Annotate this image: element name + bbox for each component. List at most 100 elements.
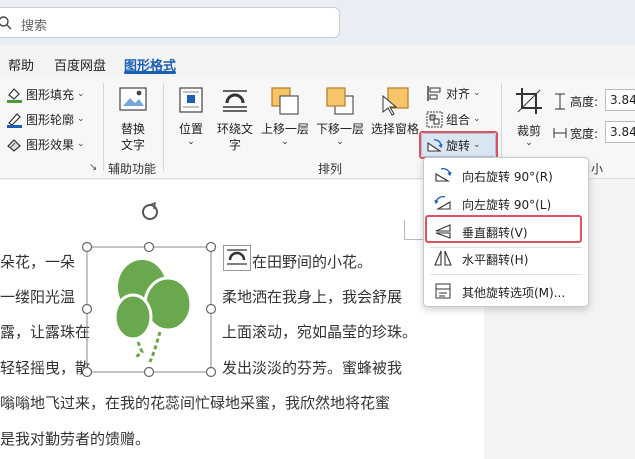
menu-item-label: 其他旋转选项(M)... [462, 286, 566, 300]
rotate-button-highlight [419, 131, 498, 159]
alt-text-label-1: 替换 [120, 122, 145, 136]
doc-line-6: 是我对勤劳者的馈赠。 [0, 430, 151, 448]
doc-line-2-left: 一缕阳光温 [0, 288, 76, 306]
more-rotation-icon [435, 283, 451, 299]
document-page[interactable]: 朵花，一朵 在田野间的小花。 一缕阳光温 柔地洒在我身上，我会舒展 露，让露珠在… [0, 180, 484, 459]
shape-effects-icon [7, 138, 21, 152]
rotate-left-icon [434, 196, 451, 210]
pen-outline-icon [7, 112, 22, 128]
active-tab-indicator [124, 71, 176, 74]
height-input[interactable]: 3.84 [605, 89, 635, 111]
wrap-text-label-1: 环绕文 [216, 122, 253, 136]
doc-line-5: 嗡嗡地飞过来，在我的花蕊间忙碌地采蜜，我欣然地将花蜜 [0, 394, 391, 412]
crop-button[interactable]: 裁剪 ⌄ [509, 85, 549, 153]
align-icon [427, 85, 441, 101]
chevron-down-icon: ⌄ [187, 137, 195, 147]
alt-text-button[interactable]: 替换 文字 [112, 85, 154, 153]
group-label: 组合 [446, 112, 471, 127]
layout-options-icon[interactable] [223, 245, 251, 271]
height-label: 高度: [570, 94, 599, 109]
text-cursor-guide [404, 220, 405, 240]
doc-line-3-left: 露，让露珠在 [0, 323, 91, 341]
menu-item-label: 向右旋转 90°(R) [462, 170, 553, 184]
rotate-right-icon [435, 168, 452, 182]
tab-baidu-netdisk[interactable]: 百度网盘 [54, 55, 106, 74]
shape-fill-button[interactable]: 图形填充 ⌄ [6, 83, 85, 105]
shape-outline-button[interactable]: 图形轮廓 ⌄ [6, 108, 85, 130]
width-label: 宽度: [570, 126, 599, 141]
menu-separator [430, 274, 582, 275]
menu-item-more-rotation[interactable]: 其他旋转选项(M)... [424, 277, 588, 305]
menu-item-label: 向左旋转 90°(L) [462, 198, 552, 212]
accessibility-group-label: 辅助功能 [108, 162, 157, 176]
chevron-down-icon: ⌄ [473, 88, 481, 98]
bring-forward-button[interactable]: 上移一层 ⌄ [258, 85, 312, 153]
dialog-launcher-icon[interactable]: ↘ [89, 162, 97, 173]
group-objects-icon [426, 111, 443, 127]
size-group-label: 小 [591, 162, 604, 176]
text-cursor-guide [404, 239, 424, 240]
wrap-text-icon [223, 90, 247, 112]
selection-pane-label: 选择窗格 [370, 122, 419, 136]
send-backward-button[interactable]: 下移一层 ⌄ [313, 85, 367, 153]
chevron-down-icon: ⌄ [77, 114, 85, 124]
search-input[interactable]: 搜索 [21, 15, 47, 34]
rotate-dropdown-menu: 向右旋转 90°(R) 向左旋转 90°(L) 垂直翻转(V) 水平翻转(H) [423, 157, 589, 307]
selection-pane-icon [382, 87, 409, 116]
search-box[interactable]: 搜索 [0, 7, 340, 38]
doc-line-4-left: 轻轻摇曳，散 [0, 359, 91, 377]
shape-effects-button[interactable]: 图形效果 ⌄ [6, 133, 85, 155]
shape-outline-label: 图形轮廓 [26, 112, 75, 127]
balloon-graphic [113, 260, 193, 363]
doc-line-2-right: 柔地洒在我身上，我会舒展 [222, 288, 403, 306]
chevron-down-icon: ⌄ [473, 114, 481, 124]
flip-vertical-highlight [425, 215, 582, 243]
bring-forward-icon [271, 87, 299, 115]
tab-help[interactable]: 帮助 [8, 55, 34, 74]
chevron-down-icon: ⌄ [281, 137, 289, 147]
menu-item-label: 水平翻转(H) [462, 253, 529, 267]
chevron-down-icon: ⌄ [525, 138, 533, 148]
menu-item-rotate-right[interactable]: 向右旋转 90°(R) [424, 161, 588, 189]
width-field: 宽度: [553, 122, 598, 144]
height-field: 高度: [553, 90, 598, 112]
doc-line-1-right: 在田野间的小花。 [252, 253, 373, 271]
width-icon [553, 127, 567, 138]
doc-line-4-right: 发出淡淡的芬芳。蜜蜂被我 [222, 359, 403, 377]
send-backward-icon [326, 87, 354, 115]
paint-bucket-icon [7, 87, 22, 103]
ribbon-tabs: 帮助 百度网盘 图形格式 [0, 45, 635, 77]
flip-horizontal-icon [434, 250, 452, 266]
selected-shape[interactable] [80, 202, 225, 382]
crop-label: 裁剪 [516, 124, 541, 138]
title-bar: 搜索 [0, 0, 635, 45]
chevron-down-icon: ⌄ [77, 89, 85, 99]
alt-text-label-2: 文字 [120, 138, 145, 152]
crop-icon [516, 88, 542, 114]
position-icon [179, 87, 203, 113]
align-button[interactable]: 对齐 ⌄ [426, 82, 481, 104]
menu-item-rotate-left[interactable]: 向左旋转 90°(L) [424, 189, 588, 217]
send-backward-label: 下移一层 [315, 122, 364, 136]
search-icon [0, 16, 12, 30]
doc-line-1-left: 朵花，一朵 [0, 253, 76, 271]
arrange-group-label: 排列 [318, 162, 343, 176]
position-label: 位置 [178, 122, 203, 136]
shape-effects-label: 图形效果 [26, 137, 75, 152]
position-button[interactable]: 位置 ⌄ [172, 85, 210, 153]
menu-item-flip-horizontal[interactable]: 水平翻转(H) [424, 244, 588, 272]
rotation-handle-icon[interactable] [142, 202, 158, 220]
height-icon [555, 93, 565, 109]
selection-pane-button[interactable]: 选择窗格 [368, 85, 422, 153]
chevron-down-icon: ⌄ [336, 137, 344, 147]
bring-forward-label: 上移一层 [260, 122, 309, 136]
doc-line-3-right: 上面滚动，宛如晶莹的珍珠。 [222, 323, 418, 341]
wrap-text-label-2: 字 [228, 138, 241, 152]
wrap-text-button[interactable]: 环绕文 字 [214, 85, 256, 153]
group-button[interactable]: 组合 ⌄ [426, 108, 481, 130]
align-label: 对齐 [446, 86, 471, 101]
alt-text-icon [119, 87, 147, 111]
group-separator [163, 83, 164, 171]
shape-fill-label: 图形填充 [26, 87, 75, 102]
width-input[interactable]: 3.84 [605, 121, 635, 143]
